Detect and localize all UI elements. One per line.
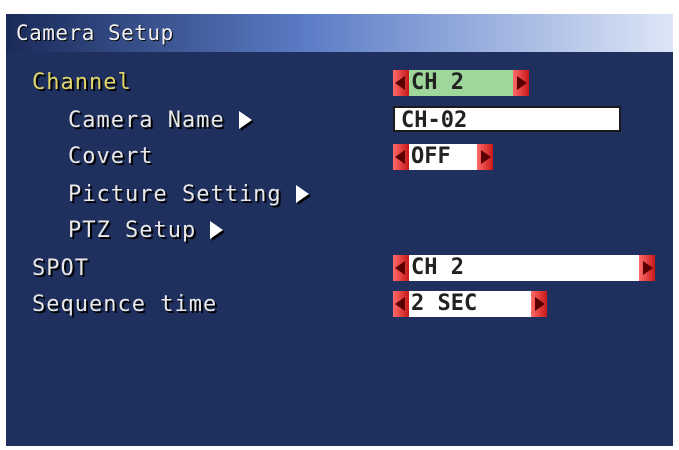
menu-item-picture-setting[interactable]: Picture Setting <box>68 182 309 207</box>
covert-decrement-icon[interactable] <box>393 144 409 170</box>
sequence-time-label: Sequence time <box>32 292 218 317</box>
covert-increment-icon[interactable] <box>477 144 493 170</box>
sequence-time-value: 2 SEC <box>411 291 478 316</box>
submenu-arrow-icon <box>210 221 224 239</box>
channel-decrement-icon[interactable] <box>393 70 409 96</box>
covert-value: OFF <box>411 144 451 169</box>
channel-increment-icon[interactable] <box>513 70 529 96</box>
spot-increment-icon[interactable] <box>639 255 655 281</box>
covert-label: Covert <box>68 144 154 169</box>
camera-setup-screen: Camera Setup Channel CH 2 Camera Name CH… <box>6 14 673 446</box>
covert-spinner[interactable]: OFF <box>393 144 493 170</box>
sequence-time-decrement-icon[interactable] <box>393 291 409 317</box>
submenu-arrow-icon <box>238 111 252 129</box>
page-title: Camera Setup <box>16 21 174 45</box>
menu-item-camera-name[interactable]: Camera Name <box>68 108 252 133</box>
channel-spinner[interactable]: CH 2 <box>393 70 529 96</box>
title-bar: Camera Setup <box>6 14 673 52</box>
sequence-time-increment-icon[interactable] <box>531 291 547 317</box>
channel-value: CH 2 <box>411 70 464 95</box>
channel-label: Channel <box>32 70 132 95</box>
sequence-time-spinner[interactable]: 2 SEC <box>393 291 547 317</box>
ptz-setup-label: PTZ Setup <box>68 218 197 243</box>
submenu-arrow-icon <box>295 185 309 203</box>
camera-name-field[interactable]: CH-02 <box>393 106 621 133</box>
picture-setting-label: Picture Setting <box>68 182 282 207</box>
spot-spinner[interactable]: CH 2 <box>393 255 655 281</box>
menu-item-ptz-setup[interactable]: PTZ Setup <box>68 218 224 243</box>
spot-value: CH 2 <box>411 255 464 280</box>
spot-decrement-icon[interactable] <box>393 255 409 281</box>
spot-label: SPOT <box>32 256 89 281</box>
camera-name-label: Camera Name <box>68 108 225 133</box>
camera-name-value: CH-02 <box>401 108 468 133</box>
